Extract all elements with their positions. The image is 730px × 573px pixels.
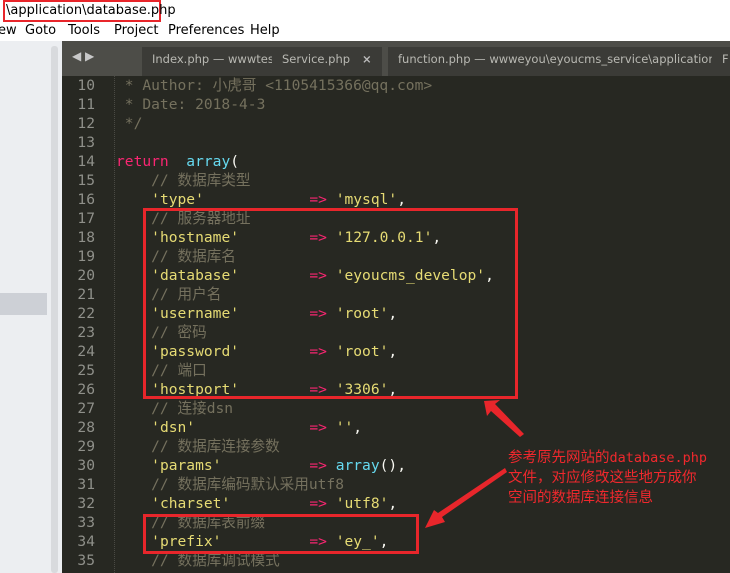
arrow-up	[484, 400, 524, 437]
note-line: 文件，对应修改这些地方成你	[508, 470, 697, 486]
note-line: 空间的数据库连接信息	[508, 490, 653, 506]
annotation-text: 参考原先网站的database.php 文件，对应修改这些地方成你 空间的数据库…	[508, 448, 730, 508]
arrow-down	[425, 468, 507, 528]
note-line: 参考原先网站的	[508, 450, 610, 466]
note-filename: database.php	[609, 450, 708, 466]
